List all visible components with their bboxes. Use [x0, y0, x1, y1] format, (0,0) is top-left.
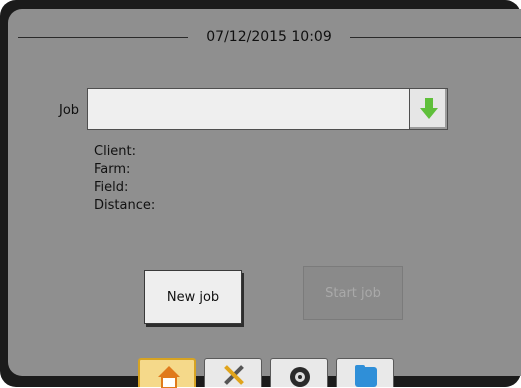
bottom-tab-bar	[138, 358, 398, 388]
new-job-button[interactable]: New job	[144, 270, 242, 324]
client-label: Client:	[94, 144, 137, 159]
tools-icon	[224, 365, 244, 385]
start-job-button[interactable]: Start job	[303, 266, 403, 320]
job-dropdown-button[interactable]	[410, 88, 448, 130]
farm-label: Farm:	[94, 162, 131, 177]
home-icon	[158, 366, 180, 388]
tab-home[interactable]	[138, 358, 196, 388]
date-time: 07/12/2015 10:09	[188, 27, 350, 47]
home-panel	[8, 9, 521, 376]
job-select-field[interactable]	[87, 88, 410, 130]
arrow-down-icon	[420, 98, 438, 119]
tab-guidance[interactable]	[270, 358, 328, 387]
folder-icon	[355, 365, 377, 387]
tab-data[interactable]	[336, 358, 394, 387]
job-label: Job	[59, 103, 80, 118]
target-icon	[290, 367, 310, 387]
field-label: Field:	[94, 180, 129, 195]
tab-tools[interactable]	[204, 358, 262, 387]
distance-label: Distance:	[94, 198, 156, 213]
